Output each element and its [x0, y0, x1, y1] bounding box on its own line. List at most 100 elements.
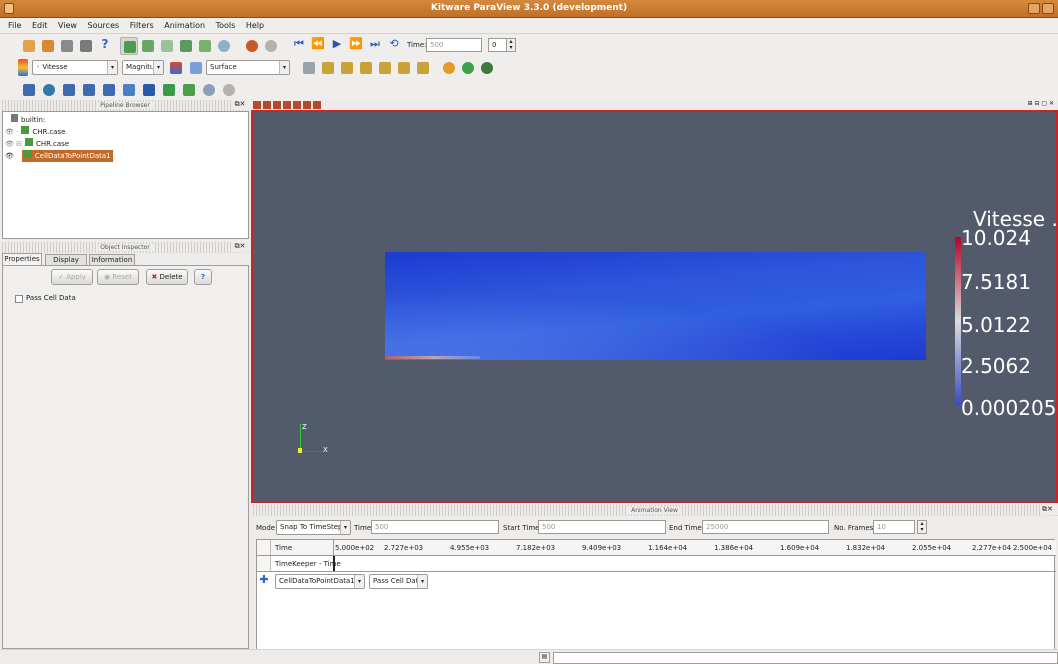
- track-property-select[interactable]: Pass Cell Data ▾: [369, 574, 428, 589]
- loop-icon[interactable]: ⟲: [385, 37, 403, 55]
- title-bar: Kitware ParaView 3.3.0 (development): [0, 0, 1058, 18]
- view-frame-buttons[interactable]: [253, 101, 323, 109]
- select-block-button[interactable]: [196, 37, 214, 55]
- menu-tools[interactable]: Tools: [216, 21, 236, 30]
- redo-button[interactable]: [262, 37, 280, 55]
- menu-filters[interactable]: Filters: [130, 21, 154, 30]
- eye-icon: 👁: [5, 140, 14, 148]
- select-cells-button[interactable]: [139, 37, 157, 55]
- menu-file[interactable]: File: [8, 21, 21, 30]
- column-divider: [333, 540, 334, 555]
- animation-track-table: Time 5.000e+02 2.727e+03 4.955e+03 7.182…: [256, 539, 1056, 659]
- play-icon[interactable]: ▶: [328, 37, 346, 55]
- track-source-select[interactable]: CellDataToPointData1 ▾: [275, 574, 365, 589]
- reset-session-button[interactable]: [215, 37, 233, 55]
- color-by-select[interactable]: ◦ Vitesse ▾: [32, 60, 118, 75]
- dock-close-icon[interactable]: ⧉✕: [231, 242, 249, 252]
- component-select[interactable]: Magnitu ▾: [122, 60, 164, 75]
- reset-camera-button[interactable]: [300, 59, 318, 77]
- calculator-button[interactable]: [20, 81, 38, 99]
- group-datasets-button[interactable]: [200, 81, 218, 99]
- help-icon[interactable]: ?: [96, 37, 114, 55]
- tree-item-label: CHR.case: [32, 128, 66, 136]
- delete-button[interactable]: ✖ Delete: [146, 269, 188, 285]
- tree-item-builtin[interactable]: builtin:: [11, 114, 45, 126]
- close-icon[interactable]: [1042, 3, 1054, 14]
- spin-arrows-icon[interactable]: ▴ ▾: [506, 38, 516, 52]
- previous-frame-icon[interactable]: ⏪: [309, 37, 327, 55]
- open-file-button[interactable]: [20, 37, 38, 55]
- show-center-button[interactable]: [440, 59, 458, 77]
- open-recent-button[interactable]: [39, 37, 57, 55]
- menu-sources[interactable]: Sources: [88, 21, 120, 30]
- undo-button[interactable]: [243, 37, 261, 55]
- view-plus-z-button[interactable]: [395, 59, 413, 77]
- timeline-tick: 2.277e+04: [972, 544, 1012, 552]
- chevron-down-icon: ▾: [153, 61, 163, 74]
- start-time-label: Start Time:: [503, 524, 542, 532]
- rescale-range-button[interactable]: [167, 59, 185, 77]
- start-time-input[interactable]: 500: [538, 520, 666, 534]
- menu-view[interactable]: View: [58, 21, 77, 30]
- extract-level-button[interactable]: [220, 81, 238, 99]
- view-split-close-icons[interactable]: ⊞ ⊟ ▢ ✕: [1014, 100, 1054, 109]
- timekeeper-row[interactable]: TimeKeeper - Time: [257, 556, 1056, 572]
- current-time-marker[interactable]: [333, 556, 335, 571]
- slice-button[interactable]: [80, 81, 98, 99]
- help-button[interactable]: ?: [194, 269, 212, 285]
- frames-input[interactable]: 10: [873, 520, 915, 534]
- menu-animation[interactable]: Animation: [164, 21, 205, 30]
- scalar-bar-label: 2.5062: [961, 354, 1031, 378]
- last-frame-icon[interactable]: ⏭: [366, 37, 384, 55]
- next-frame-icon[interactable]: ⏩: [347, 37, 365, 55]
- menu-help[interactable]: Help: [246, 21, 264, 30]
- memory-icon[interactable]: ▤: [539, 652, 550, 663]
- glyph-button[interactable]: [140, 81, 158, 99]
- view-minus-z-button[interactable]: [414, 59, 432, 77]
- view-minus-y-button[interactable]: [376, 59, 394, 77]
- add-track-row: ✚ CellDataToPointData1 ▾ Pass Cell Data ▾: [257, 572, 1056, 590]
- tree-item-chr-case-2[interactable]: 👁 ⊟ CHR.case: [5, 138, 69, 150]
- dock-close-icon[interactable]: ⧉✕: [1042, 505, 1058, 515]
- warp-vector-button[interactable]: [180, 81, 198, 99]
- add-track-icon[interactable]: ✚: [258, 574, 270, 587]
- timeline-tick: 1.386e+04: [714, 544, 754, 552]
- color-map-editor-icon[interactable]: [18, 59, 28, 76]
- view-plus-x-button[interactable]: [319, 59, 337, 77]
- threshold-button[interactable]: [100, 81, 118, 99]
- mode-select[interactable]: Snap To TimeSteps ▾: [276, 520, 351, 535]
- reset-center-button[interactable]: [459, 59, 477, 77]
- time-input[interactable]: 500: [426, 38, 482, 52]
- representation-select[interactable]: Surface ▾: [206, 60, 290, 75]
- pass-cell-data-checkbox[interactable]: [15, 295, 23, 303]
- interact-button[interactable]: [120, 37, 138, 55]
- timeline-tick: 1.832e+04: [846, 544, 886, 552]
- reset-button[interactable]: ◉ Reset: [97, 269, 139, 285]
- extract-subset-button[interactable]: [120, 81, 138, 99]
- dock-close-icon[interactable]: ⧉✕: [231, 100, 249, 110]
- stream-tracer-button[interactable]: [160, 81, 178, 99]
- tree-item-celldatatopointdata[interactable]: 👁 CellDataToPointData1: [5, 150, 113, 162]
- pass-cell-data-label: Pass Cell Data: [26, 294, 76, 302]
- tree-item-label: CellDataToPointData1: [34, 152, 111, 160]
- pick-center-button[interactable]: [478, 59, 496, 77]
- menu-edit[interactable]: Edit: [32, 21, 48, 30]
- view-minus-x-button[interactable]: [338, 59, 356, 77]
- anim-time-input[interactable]: 500: [371, 520, 499, 534]
- clip-button[interactable]: [60, 81, 78, 99]
- tree-item-chr-case-1[interactable]: 👁 · CHR.case: [5, 126, 65, 138]
- spin-arrows-icon[interactable]: ▴ ▾: [917, 520, 927, 534]
- apply-button[interactable]: ✓ Apply: [51, 269, 93, 285]
- end-time-input[interactable]: 25000: [702, 520, 829, 534]
- custom-range-button[interactable]: [187, 59, 205, 77]
- disconnect-button[interactable]: [77, 37, 95, 55]
- connect-button[interactable]: [58, 37, 76, 55]
- select-points-button[interactable]: [158, 37, 176, 55]
- select-frustum-button[interactable]: [177, 37, 195, 55]
- delete-icon: ✖: [151, 273, 158, 281]
- contour-button[interactable]: [40, 81, 58, 99]
- first-frame-icon[interactable]: ⏮: [290, 37, 308, 55]
- minimize-icon[interactable]: [1028, 3, 1040, 14]
- view-plus-y-button[interactable]: [357, 59, 375, 77]
- render-flow-highlight: [385, 280, 926, 360]
